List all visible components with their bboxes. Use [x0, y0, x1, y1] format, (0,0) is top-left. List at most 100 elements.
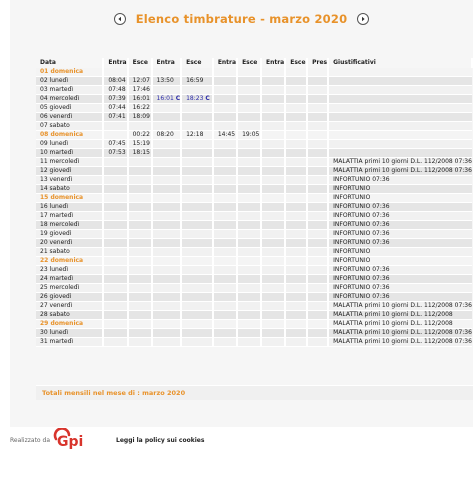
- cell-entra-1: [103, 166, 129, 176]
- cell-esce-1: [127, 265, 153, 275]
- cell-pres: [307, 103, 330, 113]
- cell-pres: [307, 310, 330, 320]
- cell-entra-1: 07:45: [103, 139, 129, 149]
- cell-esce-4: [285, 301, 309, 311]
- cell-entra-2: [151, 229, 183, 239]
- cell-esce-1: [127, 229, 153, 239]
- table-row: 20 venerdì INFORTUNIO 07:36: [36, 238, 472, 248]
- cell-esce-3: [237, 112, 262, 122]
- cell-esce-2: [181, 139, 214, 149]
- cell-entra-2: [151, 139, 183, 149]
- cell-pres: [307, 238, 330, 248]
- cell-date: 06 venerdì: [36, 112, 105, 122]
- cell-esce-1: [127, 301, 153, 311]
- cell-entra-4: [260, 319, 287, 329]
- cell-entra-1: [103, 337, 129, 347]
- cell-pres: [307, 94, 330, 104]
- cell-esce-1: [127, 202, 153, 212]
- cell-esce-2: [181, 238, 214, 248]
- cell-entra-3: [212, 202, 239, 212]
- cell-giustificativo: INFORTUNIO 07:36: [328, 292, 472, 302]
- cell-date: 12 giovedì: [36, 166, 105, 176]
- cell-pres: [307, 175, 330, 185]
- cell-giustificativo: INFORTUNIO 07:36: [328, 265, 472, 275]
- cell-esce-3: [237, 265, 262, 275]
- cell-esce-1: [127, 220, 153, 230]
- cell-esce-4: [285, 211, 309, 221]
- column-header-entra: Entra: [212, 58, 239, 68]
- table-row: 06 venerdì 07:41 18:09: [36, 112, 472, 122]
- cell-esce-4: [285, 265, 309, 275]
- cell-esce-2: [181, 103, 214, 113]
- table-row: 08 domenica 00:22 08:20 12:18 14:45 19:05: [36, 130, 472, 140]
- cell-esce-2: [181, 274, 214, 284]
- realizzato-da-label: Realizzato da: [10, 437, 50, 444]
- cell-date: 26 giovedì: [36, 292, 105, 302]
- cell-entra-1: [103, 130, 129, 140]
- cell-entra-3: [212, 247, 239, 257]
- cell-giustificativo: [328, 148, 472, 158]
- cell-pres: [307, 247, 330, 257]
- cookie-policy-link[interactable]: Leggi la policy sui cookies: [116, 437, 204, 444]
- table-row: 18 mercoledì INFORTUNIO 07:36: [36, 220, 472, 230]
- page-title: Elenco timbrature - marzo 2020: [135, 12, 348, 26]
- cell-giustificativo: MALATTIA primi 10 giorni D.L. 112/2008 0…: [328, 166, 472, 176]
- table-row: 14 sabato INFORTUNIO: [36, 184, 472, 194]
- next-month-button[interactable]: [357, 13, 370, 25]
- cell-pres: [307, 265, 330, 275]
- cell-esce-3: [237, 175, 262, 185]
- cell-giustificativo: [328, 85, 472, 95]
- cell-entra-1: 07:39: [103, 94, 129, 104]
- cell-entra-1: [103, 157, 129, 167]
- previous-month-button[interactable]: [113, 13, 126, 25]
- cell-date: 03 martedì: [36, 85, 105, 95]
- cell-esce-1: 18:15: [127, 148, 153, 158]
- cell-entra-3: [212, 301, 239, 311]
- cell-pres: [307, 319, 330, 329]
- cell-pres: [307, 211, 330, 221]
- cell-entra-3: [212, 274, 239, 284]
- cell-entra-3: [212, 85, 239, 95]
- cell-pres: [307, 301, 330, 311]
- totals-label: Totali mensili nel mese di : marzo 2020: [42, 389, 186, 397]
- cell-pres: [307, 148, 330, 158]
- cell-entra-1: [103, 292, 129, 302]
- cell-esce-1: 12:07: [127, 76, 153, 86]
- cell-entra-4: [260, 211, 287, 221]
- cell-esce-4: [285, 202, 309, 212]
- cell-esce-2: [181, 157, 214, 167]
- cell-entra-3: [212, 166, 239, 176]
- cell-entra-1: [103, 211, 129, 221]
- cell-entra-3: [212, 121, 239, 131]
- cell-esce-4: [285, 238, 309, 248]
- cell-date: 19 giovedì: [36, 229, 105, 239]
- cell-entra-4: [260, 328, 287, 338]
- cell-entra-2: 16:01 C: [151, 94, 183, 104]
- cell-entra-1: [103, 283, 129, 293]
- column-header-giustificativi: Giustificativi: [328, 58, 473, 68]
- table-row: 25 mercoledì INFORTUNIO 07:36: [36, 283, 472, 293]
- table-row: 13 venerdì INFORTUNIO 07:36: [36, 175, 472, 185]
- cell-esce-3: [237, 148, 262, 158]
- cell-esce-4: [285, 139, 309, 149]
- cell-giustificativo: [328, 121, 472, 131]
- cell-giustificativo: INFORTUNIO 07:36: [328, 202, 472, 212]
- cell-entra-2: [151, 256, 183, 266]
- cell-entra-4: [260, 274, 287, 284]
- cell-esce-4: [285, 193, 309, 203]
- cell-entra-2: [151, 166, 183, 176]
- cell-entra-3: [212, 175, 239, 185]
- cell-entra-3: 14:45: [212, 130, 239, 140]
- cell-entra-1: [103, 301, 129, 311]
- cell-giustificativo: INFORTUNIO: [328, 184, 472, 194]
- cell-pres: [307, 337, 330, 347]
- cell-entra-3: [212, 229, 239, 239]
- cell-entra-2: [151, 265, 183, 275]
- column-header-esce: Esce: [237, 58, 262, 68]
- cell-entra-2: [151, 121, 183, 131]
- table-row: 31 martedì MALATTIA primi 10 giorni D.L. …: [36, 337, 472, 347]
- cell-esce-4: [285, 68, 309, 77]
- column-header-entra: Entra: [103, 58, 129, 68]
- cell-giustificativo: MALATTIA primi 10 giorni D.L. 112/2008 0…: [328, 301, 472, 311]
- cell-entra-2: 08:20: [151, 130, 183, 140]
